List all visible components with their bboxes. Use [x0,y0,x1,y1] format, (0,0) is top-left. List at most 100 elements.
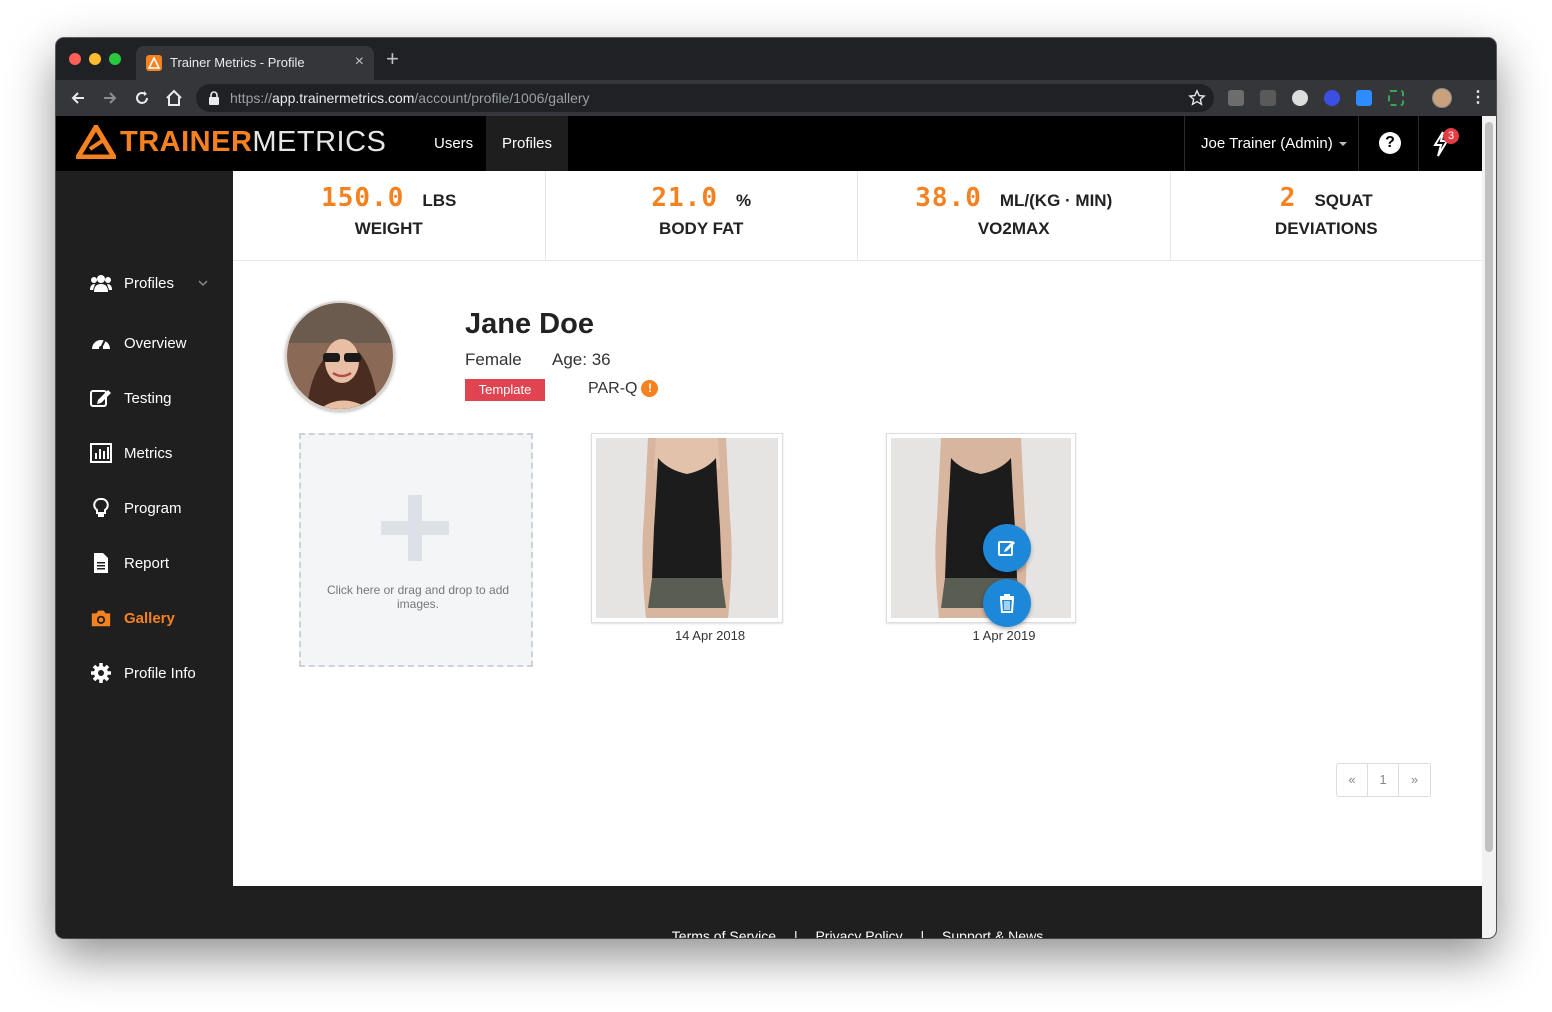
stat-vo2max[interactable]: 38.0 ML/(KG · MIN) VO2MAX [858,171,1171,260]
profile-age: Age: 36 [552,350,611,369]
edit-photo-button[interactable] [983,524,1031,572]
new-tab-button[interactable]: + [386,48,399,70]
sidebar-item-label: Metrics [124,444,173,462]
sidebar-item-label: Profiles [124,274,175,292]
stat-value: 21.0 [651,183,718,213]
sidebar-item-profiles[interactable]: Profiles [90,271,230,295]
stat-value: 38.0 [915,183,982,213]
nav-profiles[interactable]: Profiles [486,116,569,171]
forward-icon[interactable] [100,88,120,108]
lightbulb-icon [90,497,112,519]
stat-unit: ML/(KG · MIN) [999,191,1113,210]
gear-icon [90,662,112,684]
tab-strip: Trainer Metrics - Profile × + [56,38,1496,80]
pagination-next-button[interactable]: » [1399,764,1430,796]
stat-body-fat[interactable]: 21.0% BODY FAT [546,171,858,260]
stat-squat-deviations[interactable]: 2 SQUAT DEVIATIONS [1171,171,1483,260]
back-icon[interactable] [68,88,88,108]
grammarly-extension-icon[interactable] [1228,90,1244,106]
template-badge: Template [465,379,545,401]
stat-unit: LBS [422,191,457,210]
dashboard-icon [90,332,112,354]
plus-icon-bar [381,521,449,535]
stat-unit: SQUAT [1314,191,1373,210]
support-news-link[interactable]: Support & News [942,928,1043,938]
edit-icon [90,387,112,409]
close-window-button[interactable] [69,53,81,65]
user-menu-label: Joe Trainer (Admin) [1201,135,1333,152]
stat-label: WEIGHT [354,219,423,238]
caret-down-icon [1338,142,1347,147]
bookmark-star-icon[interactable] [1188,89,1206,107]
notifications-button[interactable]: 3 [1418,116,1482,171]
logo-triangle-icon [76,125,116,159]
main-content: 150.0 LBS WEIGHT 21.0% BODY FAT 38.0 ML/(K… [233,171,1482,886]
sidebar-item-label: Gallery [124,609,175,627]
camera-icon [90,607,112,629]
shield-extension-icon[interactable] [1324,90,1340,106]
app-header: TRAINERMETRICS Users Profiles Joe Traine… [56,116,1482,171]
trainermetrics-favicon-icon [146,55,162,71]
screenshot-extension-icon[interactable] [1388,90,1404,106]
photo-date: 14 Apr 2018 [674,628,746,643]
pagination: « 1 » [1336,763,1431,797]
sidebar-item-report[interactable]: Report [90,551,230,575]
scrollbar-thumb[interactable] [1485,122,1493,852]
photo-date: 1 Apr 2019 [972,628,1036,643]
nav-users[interactable]: Users [418,116,489,171]
footer-separator: | [920,928,925,938]
home-icon[interactable] [164,88,184,108]
stat-unit: % [736,191,752,210]
gallery-photo[interactable] [886,433,1076,623]
browser-tab[interactable]: Trainer Metrics - Profile × [136,46,374,80]
browser-toolbar: https://app.trainermetrics.com/account/p… [56,80,1496,116]
page-scrollbar[interactable] [1482,116,1496,938]
sidebar-item-label: Testing [124,389,172,407]
close-tab-icon[interactable]: × [355,53,364,71]
gallery-photo[interactable] [591,433,783,623]
stat-label: DEVIATIONS [1274,219,1378,238]
sidebar-item-label: Report [124,554,170,572]
footer-separator: | [793,928,798,938]
bar-chart-icon [90,442,112,464]
parq-status[interactable]: PAR-Q! [588,380,659,398]
browser-profile-avatar[interactable] [1432,88,1452,108]
stat-weight[interactable]: 150.0 LBS WEIGHT [233,171,546,260]
sidebar-item-testing[interactable]: Testing [90,386,230,410]
dropzone-text: Click here or drag and drop to add image… [326,583,510,611]
help-icon: ? [1379,132,1401,154]
profile-gender: Female [465,350,522,369]
address-bar[interactable]: https://app.trainermetrics.com/account/p… [196,84,1214,112]
sidebar-item-program[interactable]: Program [90,496,230,520]
pagination-prev-button[interactable]: « [1337,764,1368,796]
hubspot-extension-icon[interactable] [1260,90,1276,106]
image-dropzone[interactable]: Click here or drag and drop to add image… [299,433,533,667]
sidebar-item-profile-info[interactable]: Profile Info [90,661,230,685]
stat-value: 2 [1279,183,1297,213]
zoom-extension-icon[interactable] [1356,90,1372,106]
minimize-window-button[interactable] [89,53,101,65]
sidebar-item-label: Program [124,499,182,517]
lock-icon [209,91,219,105]
browser-menu-icon[interactable]: ⋮ [1470,88,1486,108]
stat-value: 150.0 [321,183,405,213]
privacy-policy-link[interactable]: Privacy Policy [815,928,902,938]
help-button[interactable]: ? [1358,116,1418,171]
document-icon [90,552,112,574]
user-menu-dropdown[interactable]: Joe Trainer (Admin) [1184,116,1363,171]
extension-circle-icon[interactable] [1292,90,1308,106]
stat-label: BODY FAT [659,219,744,238]
sidebar-item-gallery[interactable]: Gallery [90,606,230,630]
trainermetrics-logo[interactable]: TRAINERMETRICS [76,124,386,160]
photo-image [891,438,1071,618]
sidebar: Profiles Overview Testing Metrics Progra… [56,171,233,938]
terms-of-service-link[interactable]: Terms of Service [672,928,776,938]
maximize-window-button[interactable] [109,53,121,65]
reload-icon[interactable] [132,88,152,108]
edit-icon [998,541,1015,556]
footer-links: Terms of Service | Privacy Policy | Supp… [233,928,1482,938]
delete-photo-button[interactable] [983,579,1031,627]
sidebar-item-overview[interactable]: Overview [90,331,230,355]
pagination-page-1[interactable]: 1 [1368,764,1399,796]
sidebar-item-metrics[interactable]: Metrics [90,441,230,465]
